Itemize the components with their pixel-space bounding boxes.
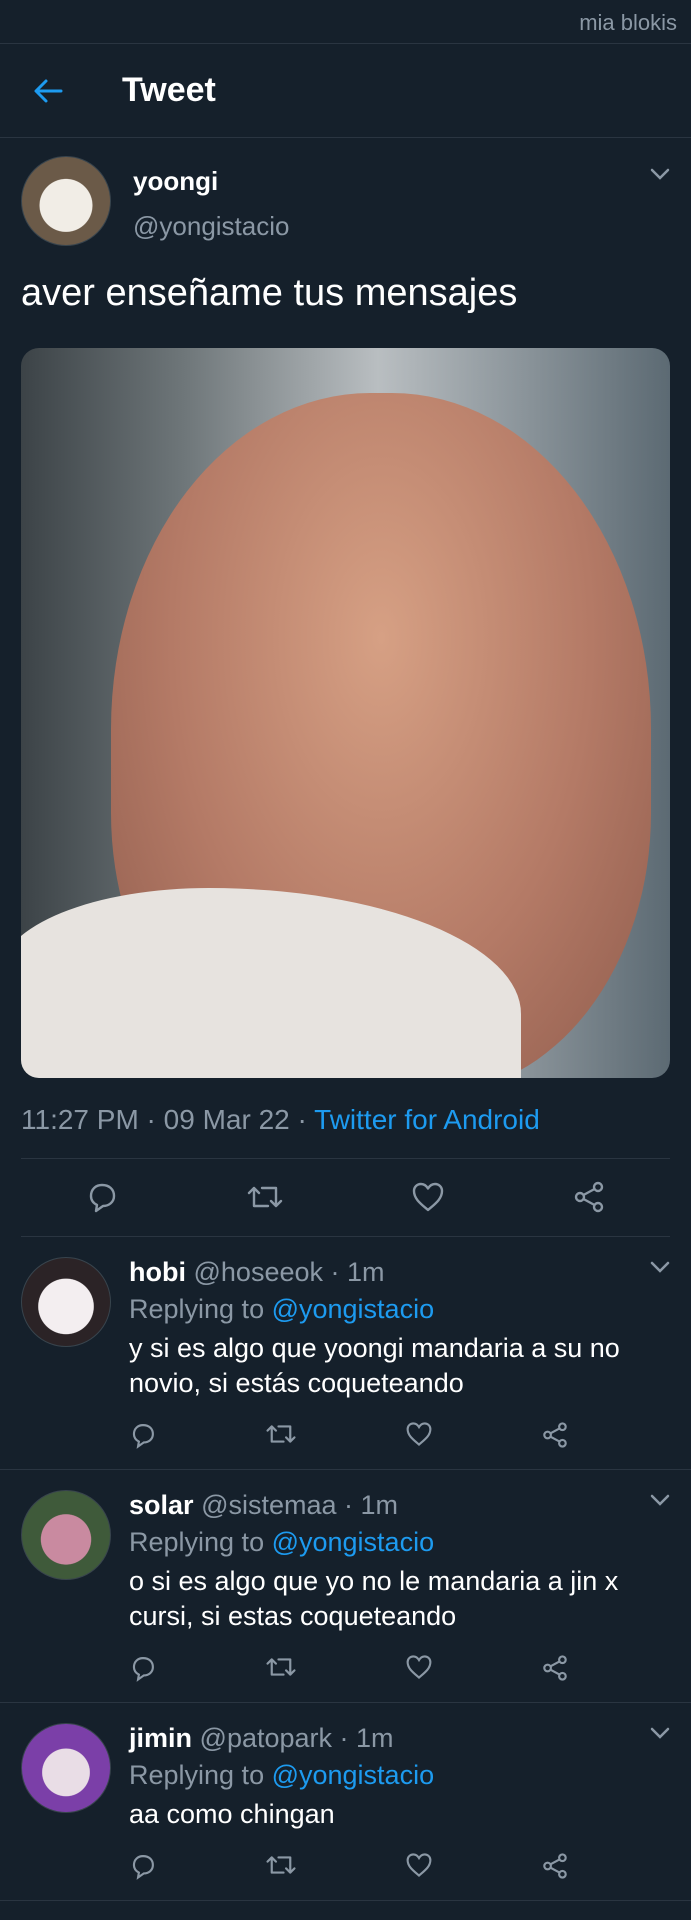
arrow-left-icon [34,79,63,102]
avatar[interactable] [21,1722,111,1813]
reply-item[interactable]: hobi @hoseeok · 1m Replying to @yongista… [0,1237,691,1470]
replying-to: Replying to @yongistacio [129,1294,670,1325]
reply-author-handle[interactable]: @sistemaa [201,1490,336,1520]
reply-time: 1m [347,1256,385,1287]
share-button[interactable] [541,1852,569,1880]
more-options-button[interactable] [650,1261,670,1273]
reply-button[interactable] [129,1654,157,1682]
chevron-down-icon [650,1727,670,1739]
reply-time: 1m [360,1489,399,1520]
heart-icon [412,1182,444,1212]
share-button[interactable] [541,1654,569,1682]
reply-time: 1m [356,1722,394,1753]
reply-separator: · [336,1489,361,1520]
tweet-author: yoongi @yongistacio [21,156,670,246]
meta-separator: · [289,1103,315,1135]
share-icon [543,1853,567,1879]
reply-text: aa como chingan [129,1798,335,1829]
reply-icon [132,1656,154,1682]
avatar[interactable] [21,1256,111,1347]
mention-link[interactable]: @yongistacio [272,1527,435,1557]
watermark: mia blokis [579,10,677,35]
mention-link[interactable]: @yongistacio [272,1294,435,1324]
tweet-date: 09 Mar 22 [163,1103,290,1135]
more-options-button[interactable] [650,1727,670,1739]
reply-icon [132,1855,154,1880]
tweet-time: 11:27 PM [21,1103,139,1135]
retweet-icon [266,1425,296,1443]
reply-button[interactable] [129,1421,157,1449]
chevron-down-icon [650,1261,670,1273]
main-tweet: yoongi @yongistacio aver enseñame tus me… [0,156,691,1237]
avatar[interactable] [21,156,111,246]
tweet-media[interactable] [21,347,670,1078]
tweet-actions [21,1159,670,1237]
heart-icon [406,1853,432,1877]
share-button[interactable] [541,1421,569,1449]
page-title: Tweet [122,71,216,109]
like-button[interactable] [405,1421,433,1449]
like-button[interactable] [411,1181,445,1213]
replying-label: Replying to [129,1293,272,1324]
reply-icon [132,1423,154,1449]
reply-text: y si es algo que yoongi mandaria a su no… [129,1332,620,1398]
reply-author-name[interactable]: solar [129,1490,194,1520]
reply-actions [129,1654,569,1682]
reply-actions [129,1852,569,1880]
share-icon [575,1181,604,1213]
replying-to: Replying to @yongistacio [129,1527,670,1558]
status-bar: mia blokis [0,0,691,44]
tweet-meta: 11:27 PM · 09 Mar 22 · Twitter for Andro… [21,1104,670,1159]
replying-to: Replying to @yongistacio [129,1760,670,1791]
mention-link[interactable]: @yongistacio [272,1760,435,1790]
share-button[interactable] [572,1180,606,1214]
heart-icon [406,1422,432,1446]
replying-label: Replying to [129,1759,272,1790]
reply-button[interactable] [129,1852,157,1880]
share-icon [543,1422,567,1448]
avatar[interactable] [21,1489,111,1580]
retweet-button[interactable] [265,1654,297,1682]
like-button[interactable] [405,1852,433,1880]
reply-item[interactable]: jimin @patopark · 1m Replying to @yongis… [0,1703,691,1901]
like-button[interactable] [405,1654,433,1682]
more-options-button[interactable] [650,1494,670,1506]
reply-author-handle[interactable]: @hoseeok [194,1257,324,1287]
reply-button[interactable] [85,1180,119,1214]
author-name[interactable]: yoongi [133,166,289,197]
chevron-down-icon [650,168,670,180]
tweet-text: aver enseñame tus mensajes [21,272,518,314]
retweet-button[interactable] [265,1421,297,1449]
retweet-button[interactable] [265,1852,297,1880]
tweet-client-link[interactable]: Twitter for Android [314,1104,540,1135]
reply-author-name[interactable]: hobi [129,1257,186,1287]
heart-icon [406,1655,432,1679]
reply-icon [89,1183,115,1213]
reply-author-name[interactable]: jimin [129,1723,192,1753]
retweet-button[interactable] [246,1182,284,1212]
chevron-down-icon [650,1494,670,1506]
replying-label: Replying to [129,1526,272,1557]
meta-separator: · [138,1103,164,1135]
reply-text: o si es algo que yo no le mandaria a jin… [129,1565,619,1631]
reply-author-handle[interactable]: @patopark [200,1723,332,1753]
header: Tweet [0,44,691,138]
reply-separator: · [332,1722,357,1753]
author-handle[interactable]: @yongistacio [133,211,289,242]
reply-item[interactable]: solar @sistemaa · 1m Replying to @yongis… [0,1470,691,1703]
retweet-icon [266,1658,296,1676]
share-icon [543,1655,567,1681]
reply-actions [129,1421,569,1449]
retweet-icon [247,1186,283,1208]
reply-separator: · [323,1256,347,1287]
retweet-icon [266,1856,296,1874]
more-options-button[interactable] [650,168,670,180]
back-button[interactable] [28,71,68,111]
